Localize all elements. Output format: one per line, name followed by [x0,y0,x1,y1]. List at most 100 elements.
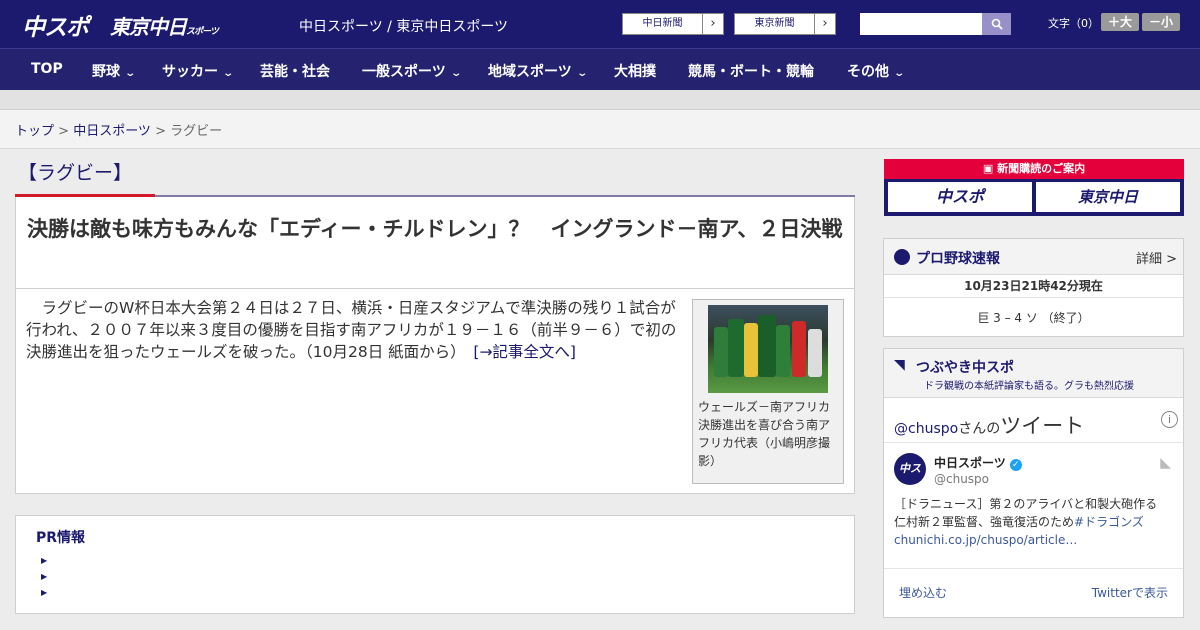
tweet-heading-label: ツイート [1000,414,1085,438]
photo-caption: ウェールズ－南アフリカ 決勝進出を喜び合う南アフリカ代表（小嶋明彦撮影） [698,400,843,468]
nav-item-other[interactable]: その他 ⌄ [847,61,906,81]
nav-label: サッカー [162,64,218,80]
pr-title: PR情報 [36,530,86,546]
nav-label: 芸能・社会 [260,64,330,80]
pro-baseball-title: プロ野球速報 [916,251,1000,267]
nav-label: 一般スポーツ [362,64,446,80]
tsubuyaki-box: ◥ つぶやき中スポ ドラ観戦の本紙評論家も語る。グラも熱烈応援 @chuspoさ… [883,348,1184,618]
nav-item-regional-sports[interactable]: 地域スポーツ ⌄ [488,61,588,81]
top-bar: 中スポ 東京中日スポーツ 中日スポーツ / 東京中日スポーツ 中日新聞 › 東京… [0,0,1200,48]
chevron-down-icon: ⌄ [222,68,235,79]
header-band [0,90,1200,110]
article-card: 決勝は敵も味方もみんな「エディー・チルドレン」？ イングランド－南ア、２日決戦 … [15,197,855,494]
twitter-embed: @chuspoさんのツイート i 中スポ 中日スポーツ ✓ @chuspo ◣ ［… [884,397,1183,617]
tweet-user-handle[interactable]: @chuspo [934,472,989,486]
article-figure: ウェールズ－南アフリカ 決勝進出を喜び合う南アフリカ代表（小嶋明彦撮影） [692,299,844,484]
tsubuyaki-title: つぶやき中スポ [916,360,1014,376]
baseball-score[interactable]: 巨 3 – 4 ソ （終了） [884,309,1183,326]
tweet-text: ［ドラニュース］第２のアライバと和製大砲作る 仁村新２軍監督、強竜復活のため#ド… [894,495,1164,549]
verified-icon: ✓ [1009,459,1022,471]
subscribe-chuspo-button[interactable]: 中スポ [888,182,1032,212]
breadcrumb-section[interactable]: 中日スポーツ [73,124,151,139]
chunichi-shimbun-link[interactable]: 中日新聞 › [622,13,724,35]
breadcrumb: トップ > 中日スポーツ > ラグビー [0,110,1200,149]
site-name: 中日スポーツ / 東京中日スポーツ [299,19,509,35]
tokyo-shimbun-link[interactable]: 東京新聞 › [734,13,836,35]
view-on-twitter-link[interactable]: Twitterで表示 [1092,584,1168,601]
main-nav: TOP 野球 ⌄ サッカー ⌄ 芸能・社会 一般スポーツ ⌄ 地域スポーツ ⌄ 大相撲 … [0,48,1200,90]
megaphone-icon: ◥ [894,357,905,373]
tweet-card[interactable]: 中スポ 中日スポーツ ✓ @chuspo ◣ ［ドラニュース］第２のアライバと和製… [884,443,1183,568]
breadcrumb-current: ラグビー [170,124,223,139]
chunichi-shimbun-label: 中日新聞 [623,14,703,34]
chuspo-handle-link[interactable]: @chuspo [894,421,958,437]
info-icon[interactable]: i [1161,411,1178,428]
tweet-user-name[interactable]: 中日スポーツ ✓ [934,454,1022,471]
chevron-down-icon: ⌄ [576,68,588,79]
twitter-embed-heading: @chuspoさんのツイート [894,410,1084,440]
font-smaller-button[interactable]: －小 [1142,13,1180,31]
pr-item-bullet[interactable]: ▶ [41,556,47,565]
tweet-url[interactable]: chunichi.co.jp/chuspo/article… [894,533,1077,547]
pr-section: PR情報 ▶ ▶ ▶ [15,515,855,614]
embed-footer-divider [884,568,1183,569]
article-lead: ラグビーのW杯日本大会第２４日は２７日、横浜・日産スタジアムで準決勝の残り１試合… [26,297,686,363]
nav-item-baseball[interactable]: 野球 ⌄ [92,61,137,81]
nav-label: 野球 [92,64,120,80]
breadcrumb-separator: > [150,124,171,139]
baseball-timestamp: 10月23日21時42分現在 [964,279,1103,293]
headline-divider [16,288,854,289]
tokyo-chunichi-logo-text: 東京中日 [110,15,187,39]
article-lead-text: ラグビーのW杯日本大会第２４日は２７日、横浜・日産スタジアムで準決勝の残り１試合… [26,299,677,361]
baseball-icon [894,249,910,265]
pr-item-bullet[interactable]: ▶ [41,572,47,581]
font-bigger-button[interactable]: ＋大 [1101,13,1139,31]
nav-item-top[interactable]: TOP [31,61,63,77]
breadcrumb-separator: > [54,124,74,139]
search-input[interactable] [860,13,982,35]
chevron-down-icon: ⌄ [450,68,462,79]
san-label: さんの [958,421,1001,437]
nav-label: 地域スポーツ [488,64,572,80]
newspaper-icon: ▣ [982,162,998,175]
subscription-title: ▣ 新聞購読のご案内 [884,159,1184,179]
search-button[interactable] [982,13,1011,35]
search-icon [991,18,1003,30]
article-headline: 決勝は敵も味方もみんな「エディー・チルドレン」？ イングランド－南ア、２日決戦 [27,217,843,241]
font-size-label: 文字（0） [1048,17,1099,30]
avatar[interactable]: 中スポ [894,453,926,507]
nav-item-general-sports[interactable]: 一般スポーツ ⌄ [362,61,462,81]
nav-item-racing[interactable]: 競馬・ボート・競輪 [688,61,814,81]
nav-label: 大相撲 [614,64,656,80]
subscription-banner: ▣ 新聞購読のご案内 中スポ 東京中日 [884,159,1184,216]
pro-baseball-box: プロ野球速報 詳細 > 10月23日21時42分現在 巨 3 – 4 ソ （終了… [883,238,1184,337]
breadcrumb-home[interactable]: トップ [15,124,54,139]
nav-label: その他 [847,64,889,80]
tokyo-chunichi-logo[interactable]: 東京中日スポーツ [110,11,219,40]
article-category: 【ラグビー】 [18,162,133,184]
tweet-user-name-text: 中日スポーツ [934,456,1006,470]
pr-item-bullet[interactable]: ▶ [41,588,47,597]
tsubuyaki-subtitle: ドラ観戦の本紙評論家も語る。グラも熱烈応援 [924,381,1134,392]
nav-label: 競馬・ボート・競輪 [688,64,814,80]
full-article-link[interactable]: [→記事全文へ] [473,343,576,361]
chevron-right-icon: › [822,16,828,31]
nav-item-soccer[interactable]: サッカー ⌄ [162,61,235,81]
article-photo[interactable] [708,305,828,393]
tokyo-chunichi-logo-small: スポーツ [186,27,219,37]
chevron-down-icon: ⌄ [893,68,906,79]
baseball-divider [884,297,1183,298]
twitter-bird-icon[interactable]: ◣ [1160,455,1171,471]
tokyo-shimbun-label: 東京新聞 [735,14,815,34]
subscribe-tokyo-chunichi-button[interactable]: 東京中日 [1036,182,1180,212]
tweet-hashtag[interactable]: #ドラゴンズ [1074,515,1144,529]
chuspo-logo[interactable]: 中スポ [22,8,89,42]
nav-item-entertainment[interactable]: 芸能・社会 [260,61,330,81]
chevron-down-icon: ⌄ [124,68,137,79]
search-box [860,13,1011,35]
nav-label: TOP [31,61,63,77]
baseball-details-link[interactable]: 詳細 > [1136,248,1177,267]
pro-baseball-header: プロ野球速報 詳細 > [884,239,1183,275]
nav-item-sumo[interactable]: 大相撲 [614,61,656,81]
embed-link[interactable]: 埋め込む [899,584,947,601]
